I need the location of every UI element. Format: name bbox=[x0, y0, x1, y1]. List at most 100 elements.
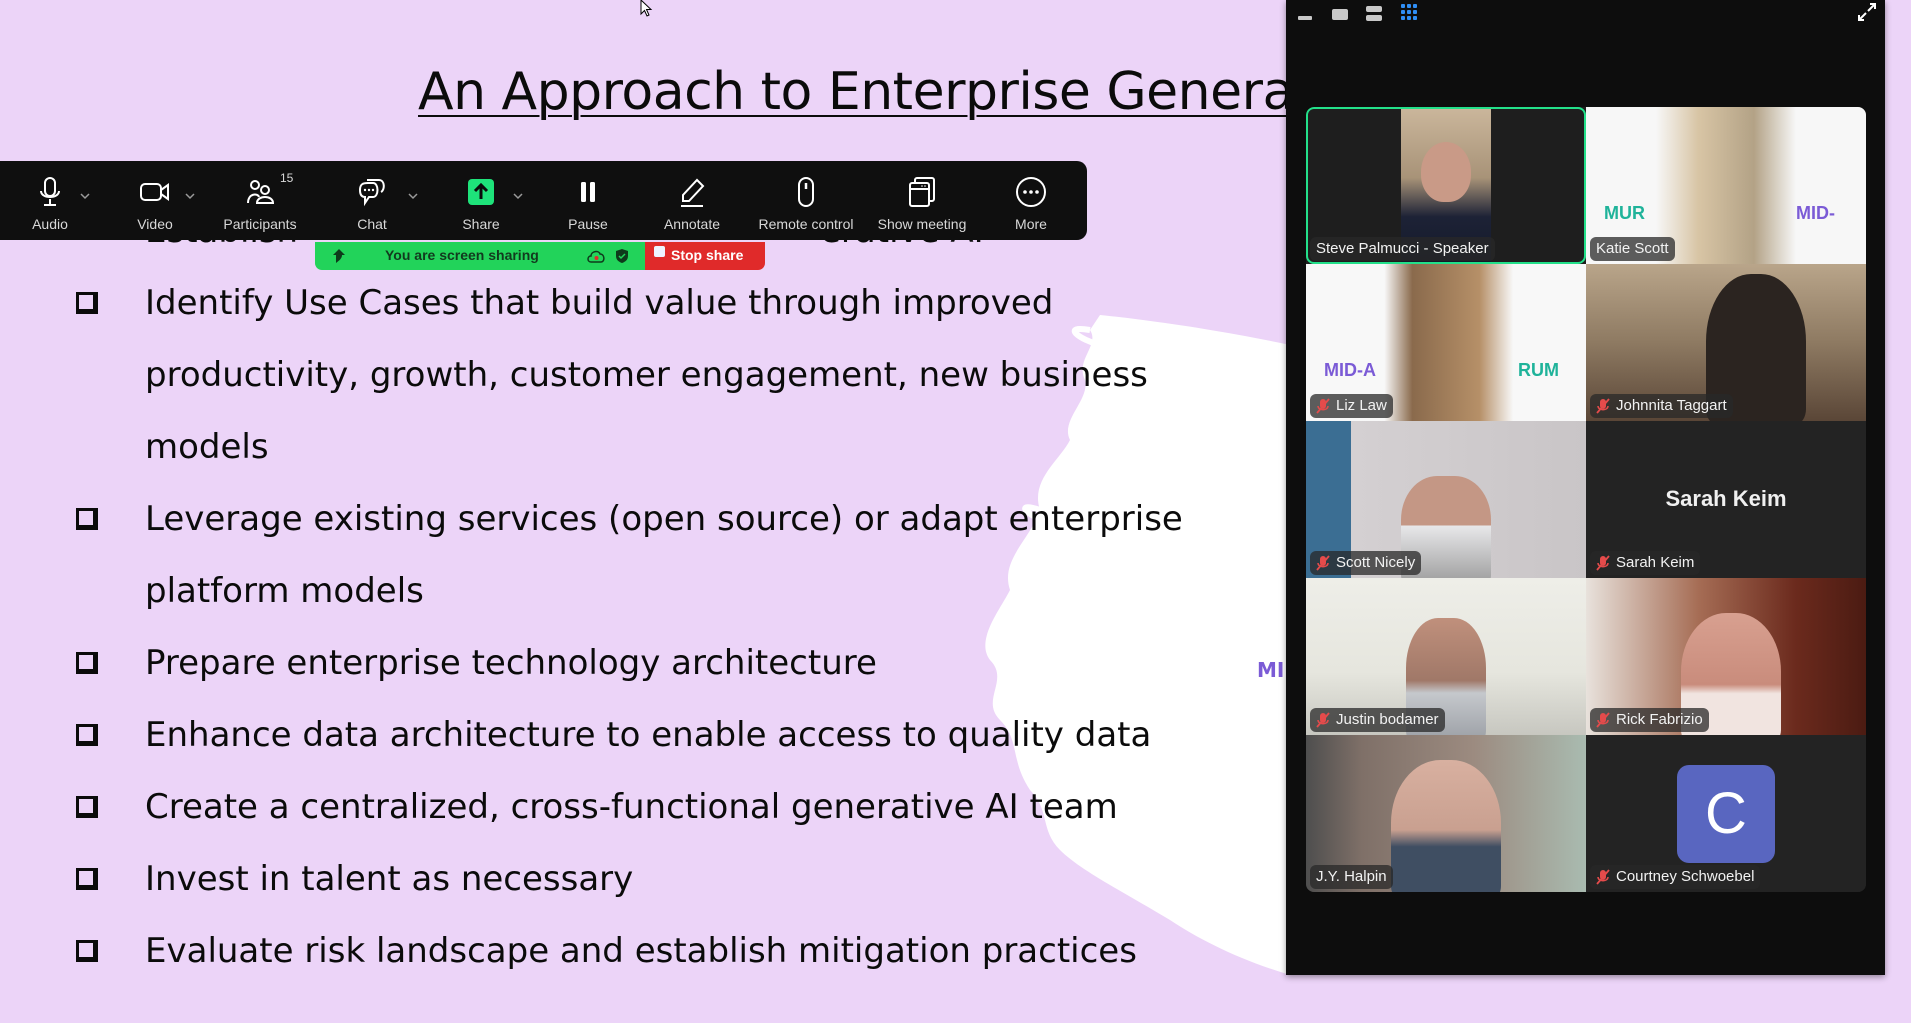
participant-nameplate: Courtney Schwoebel bbox=[1590, 865, 1761, 889]
share-label: Share bbox=[462, 216, 500, 232]
video-tile[interactable]: Scott Nicely bbox=[1306, 421, 1586, 578]
show-meeting-button[interactable]: Show meeting bbox=[877, 161, 967, 240]
video-tile[interactable]: Sarah Keim Sarah Keim bbox=[1586, 421, 1866, 578]
participant-display-name: Sarah Keim bbox=[1665, 486, 1787, 511]
slide-logo-fragment: MI bbox=[1257, 658, 1285, 682]
bullet-6: Invest in talent as necessary bbox=[145, 859, 634, 899]
participant-nameplate: Katie Scott bbox=[1590, 237, 1675, 261]
participant-name: Sarah Keim bbox=[1616, 554, 1695, 571]
video-button[interactable]: Video bbox=[125, 161, 185, 240]
video-tile[interactable]: C Courtney Schwoebel bbox=[1586, 735, 1866, 892]
chevron-down-icon bbox=[513, 193, 523, 200]
participant-name: Katie Scott bbox=[1596, 240, 1669, 257]
more-label: More bbox=[1015, 216, 1047, 232]
drag-handle-icon[interactable] bbox=[333, 248, 347, 264]
participant-nameplate: Liz Law bbox=[1310, 394, 1393, 418]
chat-button[interactable]: Chat bbox=[342, 161, 402, 240]
remote-control-button[interactable]: Remote control bbox=[756, 161, 856, 240]
minimize-icon[interactable] bbox=[1298, 16, 1312, 20]
audio-label: Audio bbox=[32, 216, 68, 232]
bullet-checkbox bbox=[76, 868, 98, 890]
share-button[interactable]: Share bbox=[451, 161, 511, 240]
participant-nameplate: Rick Fabrizio bbox=[1590, 708, 1709, 732]
cloud-recording-icon bbox=[587, 250, 605, 263]
security-shield-icon bbox=[616, 249, 628, 263]
bullet-4: Enhance data architecture to enable acce… bbox=[145, 715, 1152, 755]
strip-view-icon[interactable] bbox=[1366, 6, 1382, 21]
pause-share-button[interactable]: Pause bbox=[558, 161, 618, 240]
slide-title: An Approach to Enterprise Generati bbox=[418, 62, 1328, 122]
bullet-2-line-2: platform models bbox=[145, 571, 424, 611]
video-tile[interactable]: MID-A RUM Liz Law bbox=[1306, 264, 1586, 421]
background-logo-text: MUR bbox=[1604, 203, 1645, 223]
muted-microphone-icon bbox=[1596, 869, 1610, 885]
participants-icon bbox=[247, 180, 275, 204]
expand-fullscreen-icon[interactable] bbox=[1857, 2, 1877, 22]
share-screen-icon bbox=[468, 179, 494, 205]
participant-name: Steve Palmucci - Speaker bbox=[1316, 240, 1489, 257]
pause-label: Pause bbox=[568, 216, 608, 232]
participant-nameplate: J.Y. Halpin bbox=[1310, 865, 1393, 889]
more-button[interactable]: More bbox=[1001, 161, 1061, 240]
bullet-7: Evaluate risk landscape and establish mi… bbox=[145, 931, 1137, 971]
participant-figure bbox=[1391, 760, 1501, 892]
participant-name: Scott Nicely bbox=[1336, 554, 1416, 571]
bullet-1-line-3: models bbox=[145, 427, 269, 467]
mouse-icon bbox=[798, 177, 814, 207]
participants-label: Participants bbox=[223, 216, 297, 232]
annotate-pencil-icon bbox=[681, 178, 705, 207]
video-tile[interactable]: Johnnita Taggart bbox=[1586, 264, 1866, 421]
more-ellipsis-icon bbox=[1016, 177, 1046, 207]
bullet-3: Prepare enterprise technology architectu… bbox=[145, 643, 877, 683]
chat-options-chevron[interactable] bbox=[408, 187, 418, 205]
video-tile[interactable]: Justin bodamer bbox=[1306, 578, 1586, 735]
microphone-icon bbox=[40, 177, 60, 206]
participant-name: Rick Fabrizio bbox=[1616, 711, 1703, 728]
annotate-button[interactable]: Annotate bbox=[657, 161, 727, 240]
speaker-view-icon[interactable] bbox=[1332, 9, 1348, 20]
annotate-label: Annotate bbox=[663, 216, 721, 232]
sharing-status[interactable]: You are screen sharing bbox=[315, 242, 645, 270]
muted-microphone-icon bbox=[1316, 555, 1330, 571]
stop-square-icon bbox=[654, 246, 665, 257]
window-icon bbox=[909, 177, 935, 207]
video-tile[interactable]: J.Y. Halpin bbox=[1306, 735, 1586, 892]
participant-name: Johnnita Taggart bbox=[1616, 397, 1727, 414]
show-meeting-label: Show meeting bbox=[877, 216, 967, 232]
video-tile[interactable]: Steve Palmucci - Speaker bbox=[1306, 107, 1586, 264]
video-tile[interactable]: Rick Fabrizio bbox=[1586, 578, 1866, 735]
participant-name: J.Y. Halpin bbox=[1316, 868, 1387, 885]
participants-count-badge: 15 bbox=[280, 171, 294, 185]
audio-options-chevron-icon[interactable] bbox=[80, 349, 90, 356]
bullet-2-line-1: Leverage existing services (open source)… bbox=[145, 499, 1183, 539]
video-options-chevron[interactable] bbox=[185, 187, 195, 205]
audio-options-chevron[interactable] bbox=[80, 187, 90, 205]
bullet-1-line-1: Identify Use Cases that build value thro… bbox=[145, 283, 1054, 323]
chat-label: Chat bbox=[357, 216, 387, 232]
bullet-checkbox bbox=[76, 292, 98, 314]
participant-nameplate: Justin bodamer bbox=[1310, 708, 1445, 732]
audio-button[interactable]: Audio bbox=[20, 161, 80, 240]
participants-button[interactable]: 15 Participants bbox=[215, 161, 305, 240]
bullet-5: Create a centralized, cross-functional g… bbox=[145, 787, 1118, 827]
background-logo-text: MID-A bbox=[1324, 360, 1376, 380]
participant-name: Liz Law bbox=[1336, 397, 1387, 414]
video-tile[interactable]: MUR MID- Katie Scott bbox=[1586, 107, 1866, 264]
stop-share-button[interactable]: Stop share bbox=[645, 242, 765, 270]
participant-nameplate: Steve Palmucci - Speaker bbox=[1310, 237, 1495, 261]
chat-icon bbox=[358, 179, 385, 207]
chevron-down-icon bbox=[185, 193, 195, 200]
video-camera-icon bbox=[140, 183, 169, 201]
muted-microphone-icon bbox=[1596, 712, 1610, 728]
video-label: Video bbox=[137, 216, 173, 232]
share-options-chevron[interactable] bbox=[513, 187, 523, 205]
gallery-view-icon[interactable] bbox=[1401, 4, 1419, 22]
background-logo-text: MID- bbox=[1796, 203, 1835, 223]
bullet-1-line-2: productivity, growth, customer engagemen… bbox=[145, 355, 1148, 395]
bullet-checkbox bbox=[76, 508, 98, 530]
sharing-status-text: You are screen sharing bbox=[385, 247, 539, 263]
participant-name: Justin bodamer bbox=[1336, 711, 1439, 728]
chevron-down-icon bbox=[80, 193, 90, 200]
chevron-down-icon bbox=[408, 193, 418, 200]
background-logo-text: RUM bbox=[1518, 360, 1559, 380]
